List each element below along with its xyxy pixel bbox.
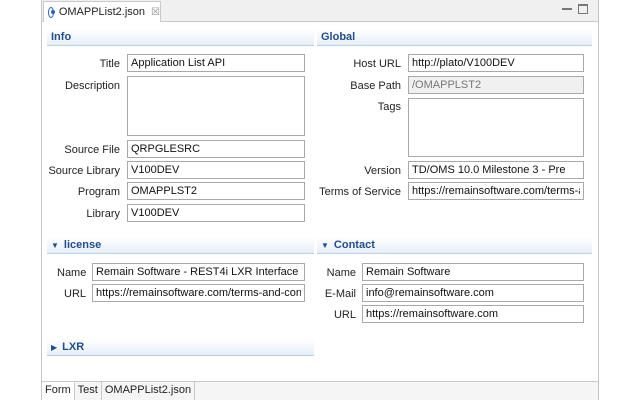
lxr-section-header[interactable]: ▶ LXR [47,339,314,356]
json-file-icon [48,6,55,18]
title-label: Title [99,58,120,70]
program-input[interactable] [127,182,305,200]
editor-tab[interactable]: OMAPPList2.json ☒ [43,1,161,22]
tags-textarea[interactable] [408,98,584,157]
global-section-title: Global [321,31,356,43]
source-file-label: Source File [64,144,120,156]
maximize-icon[interactable] [578,4,588,14]
minimize-icon[interactable] [562,4,572,10]
title-input[interactable] [127,54,305,72]
base-path-input[interactable] [408,76,584,94]
global-section-header: Global [317,29,592,46]
contact-url-input[interactable] [362,305,584,323]
expanded-twisty-icon[interactable]: ▼ [51,241,59,250]
contact-name-input[interactable] [362,263,584,281]
contact-email-label: E-Mail [324,288,356,300]
editor-page-tabs: Form Test OMAPPList2.json [42,381,598,400]
license-url-input[interactable] [92,284,305,302]
terms-of-service-label: Terms of Service [319,186,401,198]
version-input[interactable] [408,161,584,179]
tab-test[interactable]: Test [75,382,102,400]
license-section-title: license [63,239,102,251]
host-url-input[interactable] [408,54,584,72]
lxr-section-title: LXR [62,341,85,353]
contact-section-title: Contact [333,239,375,251]
license-section-header[interactable]: ▼ license [47,237,314,254]
library-input[interactable] [127,204,305,222]
collapsed-twisty-icon[interactable]: ▶ [51,343,57,352]
program-label: Program [77,186,120,198]
json-editor: OMAPPList2.json ☒ Info Title Description… [41,0,599,400]
description-textarea[interactable] [127,76,305,136]
contact-name-label: Name [326,267,356,279]
info-section-header: Info [47,29,314,46]
source-file-input[interactable] [127,140,305,158]
expanded-twisty-icon[interactable]: ▼ [321,241,329,250]
editor-tab-title: OMAPPList2.json [58,6,146,18]
tab-form[interactable]: Form [42,382,75,400]
contact-section-header[interactable]: ▼ Contact [317,237,592,254]
source-library-label: Source Library [48,165,120,177]
description-label: Description [64,80,120,92]
contact-url-label: URL [333,309,356,321]
contact-email-input[interactable] [362,284,584,302]
license-name-label: Name [57,267,87,279]
license-url-label: URL [64,288,87,300]
version-label: Version [364,165,401,177]
base-path-label: Base Path [350,80,401,92]
terms-of-service-input[interactable] [408,182,584,200]
license-name-input[interactable] [92,263,305,281]
source-library-input[interactable] [127,161,305,179]
info-section-title: Info [51,31,72,43]
tab-source[interactable]: OMAPPList2.json [102,382,196,400]
host-url-label: Host URL [353,58,401,70]
editor-tab-bar: OMAPPList2.json ☒ [42,0,598,22]
close-tab-icon[interactable]: ☒ [151,7,160,18]
tags-label: Tags [377,101,401,113]
library-label: Library [86,208,120,220]
